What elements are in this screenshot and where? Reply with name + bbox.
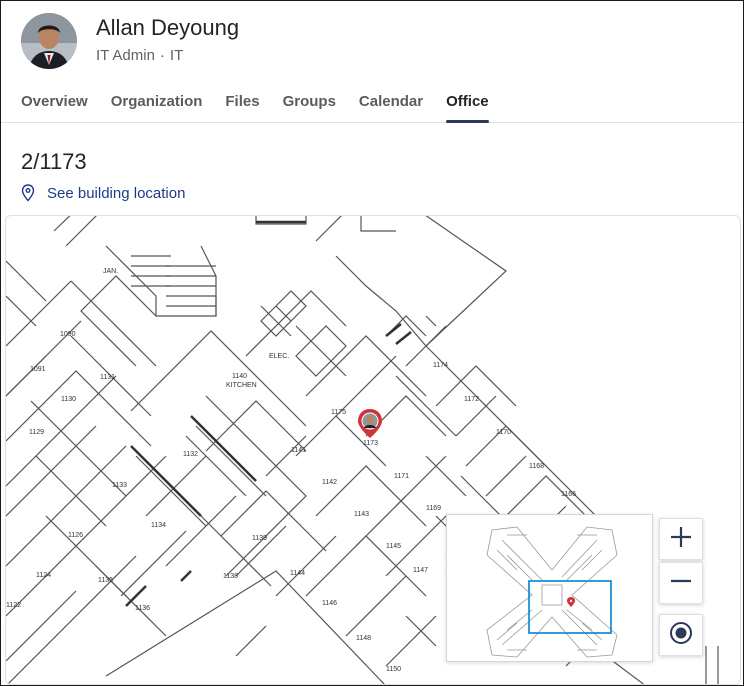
svg-text:1141: 1141: [291, 447, 306, 454]
locate-me-button[interactable]: [659, 614, 703, 656]
location-pin-icon: [21, 184, 35, 202]
svg-text:JAN.: JAN.: [103, 268, 118, 275]
svg-text:1138: 1138: [223, 573, 238, 580]
svg-text:1150: 1150: [386, 666, 401, 673]
tab-organization[interactable]: Organization: [111, 93, 203, 123]
tab-groups[interactable]: Groups: [283, 93, 336, 123]
office-floor-map[interactable]: JAN. 1090 1091 1131 1130 1129 1140 KITCH…: [5, 215, 741, 685]
tab-office[interactable]: Office: [446, 93, 489, 123]
tab-bar: Overview Organization Files Groups Calen…: [21, 93, 512, 123]
svg-text:1148: 1148: [356, 635, 371, 642]
svg-text:1146: 1146: [322, 600, 337, 607]
svg-text:ELEC.: ELEC.: [269, 353, 289, 360]
svg-text:1169: 1169: [426, 505, 441, 512]
svg-text:1143: 1143: [354, 511, 369, 518]
svg-text:1170: 1170: [496, 429, 511, 436]
tab-calendar[interactable]: Calendar: [359, 93, 423, 123]
svg-text:1122: 1122: [6, 602, 21, 609]
svg-text:KITCHEN: KITCHEN: [226, 382, 257, 389]
svg-text:1136: 1136: [135, 605, 150, 612]
svg-text:1139: 1139: [252, 535, 267, 542]
profile-role: IT Admin: [96, 47, 155, 64]
svg-text:1132: 1132: [183, 451, 198, 458]
svg-text:1126: 1126: [68, 532, 83, 539]
svg-text:1174: 1174: [433, 362, 448, 369]
svg-text:1145: 1145: [386, 543, 401, 550]
profile-header: Allan Deyoung IT Admin · IT Overview Organ…: [1, 1, 743, 123]
target-icon: [668, 620, 694, 651]
building-location-label: See building location: [47, 184, 186, 202]
svg-text:1090: 1090: [60, 331, 76, 338]
floor-minimap[interactable]: [446, 514, 653, 662]
tab-overview[interactable]: Overview: [21, 93, 88, 123]
subtitle-separator: ·: [159, 47, 165, 64]
svg-text:1133: 1133: [112, 482, 127, 489]
svg-text:1129: 1129: [29, 429, 44, 436]
svg-text:1147: 1147: [413, 567, 428, 574]
svg-text:1173: 1173: [363, 440, 378, 447]
plus-icon: [669, 525, 693, 554]
svg-text:1168: 1168: [529, 463, 544, 470]
svg-text:1142: 1142: [322, 479, 337, 486]
profile-name: Allan Deyoung: [96, 15, 240, 40]
avatar: [21, 13, 77, 69]
svg-text:1134: 1134: [151, 522, 166, 529]
svg-text:1172: 1172: [464, 396, 479, 403]
building-location-link[interactable]: See building location: [21, 184, 185, 202]
minus-icon: [669, 569, 693, 598]
tab-files[interactable]: Files: [225, 93, 259, 123]
svg-text:1140: 1140: [232, 373, 247, 380]
zoom-out-button[interactable]: [659, 562, 703, 604]
location-pin-marker[interactable]: [358, 409, 382, 438]
svg-text:1091: 1091: [30, 366, 46, 373]
svg-text:1130: 1130: [61, 396, 76, 403]
profile-subtitle: IT Admin · IT: [96, 47, 183, 64]
svg-text:1171: 1171: [394, 473, 409, 480]
profile-card: Allan Deyoung IT Admin · IT Overview Organ…: [0, 0, 744, 686]
svg-text:1131: 1131: [100, 374, 115, 381]
zoom-in-button[interactable]: [659, 518, 703, 560]
profile-department: IT: [169, 47, 184, 64]
svg-text:1135: 1135: [98, 577, 113, 584]
svg-text:1124: 1124: [36, 572, 51, 579]
svg-text:1175: 1175: [331, 409, 346, 416]
office-title: 2/1173: [21, 149, 87, 174]
svg-text:1144: 1144: [290, 570, 305, 577]
svg-text:1166: 1166: [561, 491, 576, 498]
